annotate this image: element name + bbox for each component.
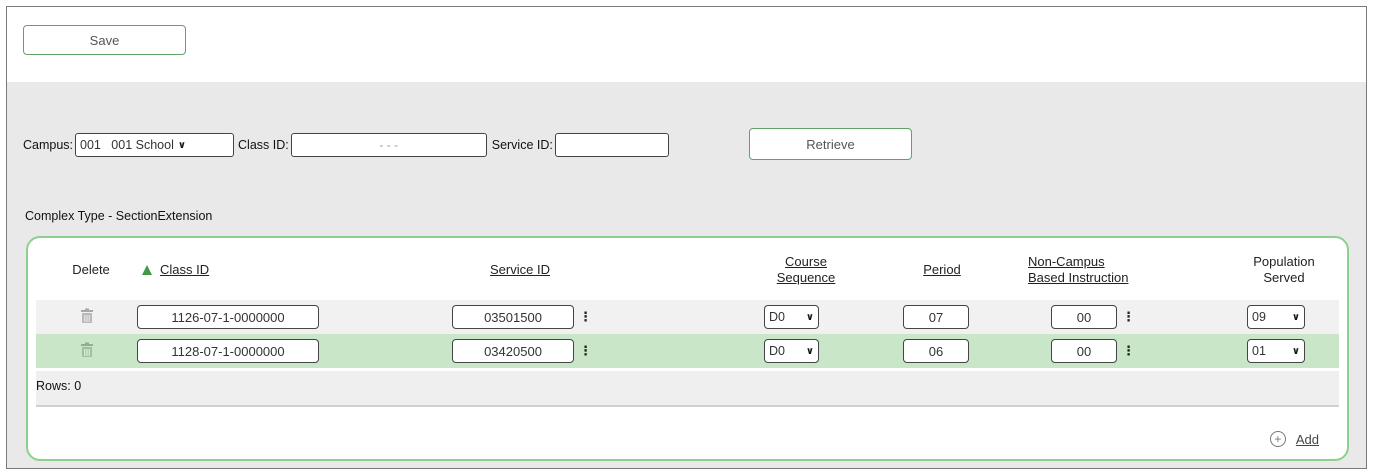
trash-icon[interactable] — [80, 308, 94, 324]
chevron-down-icon: ∨ — [1291, 345, 1300, 357]
course-sequence-select[interactable]: D0 ∨ — [764, 339, 819, 363]
table-row: 1128-07-1-0000000 03420500 ⋮ D0 ∨ 06 00 ⋮… — [36, 334, 1339, 368]
trash-icon[interactable] — [80, 342, 94, 358]
period-field[interactable]: 07 — [903, 305, 969, 329]
add-label: Add — [1295, 431, 1319, 447]
non-campus-field[interactable]: 00 — [1051, 305, 1117, 329]
retrieve-button[interactable]: Retrieve — [749, 128, 912, 160]
header-delete: Delete — [72, 262, 110, 277]
header-class-id[interactable]: Class ID — [142, 262, 232, 278]
toolbar: Save — [7, 7, 1366, 82]
header-non-campus[interactable]: Non-Campus Based Instruction — [1028, 254, 1168, 286]
table-row: 1126-07-1-0000000 03501500 ⋮ D0 ∨ 07 00 ⋮… — [36, 300, 1339, 334]
service-id-input[interactable] — [554, 133, 669, 157]
section-extension-panel: Delete Class ID Service ID Course Sequen… — [26, 236, 1349, 461]
campus-label: Campus: — [23, 138, 74, 152]
vertical-ellipsis-icon[interactable]: ⋮ — [579, 343, 592, 359]
service-id-field[interactable]: 03501500 — [452, 305, 574, 329]
rows-summary-bar: Rows: 0 — [36, 371, 1339, 407]
campus-select-value: 001 001 School — [80, 138, 174, 152]
add-row-button[interactable]: + Add — [1269, 431, 1319, 447]
sort-ascending-icon — [142, 265, 152, 275]
vertical-ellipsis-icon[interactable]: ⋮ — [1122, 309, 1135, 325]
class-id-field[interactable]: 1128-07-1-0000000 — [137, 339, 319, 363]
population-served-select[interactable]: 01 ∨ — [1247, 339, 1305, 363]
header-period[interactable]: Period — [912, 262, 972, 278]
chevron-down-icon: ∨ — [1291, 311, 1300, 323]
chevron-down-icon: ∨ — [805, 311, 814, 323]
section-title: Complex Type - SectionExtension — [25, 209, 213, 223]
chevron-down-icon: ∨ — [805, 345, 814, 357]
non-campus-field[interactable]: 00 — [1051, 339, 1117, 363]
chevron-down-icon: ∨ — [177, 139, 186, 151]
vertical-ellipsis-icon[interactable]: ⋮ — [1122, 343, 1135, 359]
page-frame: Save Campus: 001 001 School ∨ Class ID: … — [6, 6, 1367, 469]
period-field[interactable]: 06 — [903, 339, 969, 363]
campus-select[interactable]: 001 001 School ∨ — [75, 133, 235, 157]
save-button[interactable]: Save — [23, 25, 186, 55]
header-course-sequence[interactable]: Course Sequence — [766, 254, 846, 286]
filter-bar: Campus: 001 001 School ∨ Class ID: - - -… — [23, 132, 669, 158]
header-service-id[interactable]: Service ID — [475, 262, 565, 278]
class-id-label: Class ID: — [238, 138, 289, 152]
course-sequence-select[interactable]: D0 ∨ — [764, 305, 819, 329]
population-served-select[interactable]: 09 ∨ — [1247, 305, 1305, 329]
service-id-label: Service ID: — [491, 138, 553, 152]
class-id-input[interactable]: - - - — [290, 133, 487, 157]
table-header: Delete Class ID Service ID Course Sequen… — [28, 238, 1347, 296]
plus-circle-icon: + — [1269, 431, 1286, 447]
rows-count: Rows: 0 — [36, 379, 82, 393]
class-id-field[interactable]: 1126-07-1-0000000 — [137, 305, 319, 329]
service-id-field[interactable]: 03420500 — [452, 339, 574, 363]
vertical-ellipsis-icon[interactable]: ⋮ — [579, 309, 592, 325]
header-population-served: Population Served — [1253, 254, 1315, 285]
